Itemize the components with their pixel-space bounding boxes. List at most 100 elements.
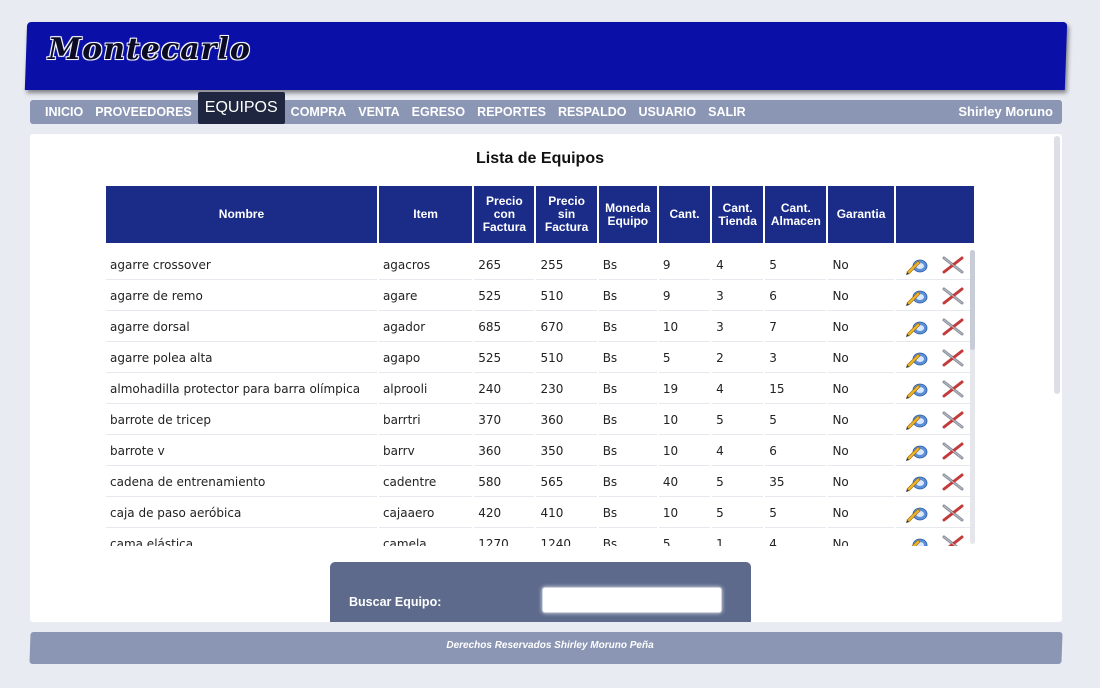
- table-cell: Bs: [599, 530, 657, 546]
- table-scrollbar[interactable]: [970, 250, 975, 544]
- table-cell: 10: [658, 313, 711, 342]
- table-cell: Bs: [598, 406, 657, 435]
- table-cell: Bs: [598, 313, 657, 342]
- delete-icon[interactable]: [941, 348, 965, 368]
- edit-icon[interactable]: [905, 472, 929, 492]
- table-cell: camela: [379, 530, 472, 546]
- page-scrollbar[interactable]: [1054, 136, 1060, 394]
- row-actions: [895, 406, 974, 435]
- equipment-table-container: Nombre Item Precio con Factura Precio sin F…: [105, 185, 975, 546]
- column-header: Nombre: [106, 186, 377, 243]
- table-cell: 240: [474, 375, 535, 404]
- table-cell: No: [828, 344, 894, 373]
- table-cell: 3: [765, 344, 827, 373]
- edit-icon[interactable]: [905, 379, 929, 399]
- table-row: agarre polea alta agapo 525 510 Bs 5 2 3 No: [106, 344, 974, 373]
- table-cell: 230: [536, 375, 597, 404]
- edit-icon[interactable]: [905, 255, 929, 275]
- table-cell: agarre de remo: [106, 282, 377, 311]
- delete-icon[interactable]: [941, 317, 965, 337]
- table-cell: cadena de entrenamiento: [106, 468, 377, 497]
- column-header: Precio sin Factura: [536, 186, 597, 243]
- edit-icon[interactable]: [905, 410, 929, 430]
- column-header: Cant. Tienda: [712, 186, 764, 243]
- table-cell: 360: [474, 437, 535, 466]
- nav-item-usuario[interactable]: USUARIO: [632, 100, 702, 124]
- table-cell: barrote v: [106, 437, 377, 466]
- nav-item-inicio[interactable]: INICIO: [39, 100, 89, 124]
- nav-item-equipos[interactable]: EQUIPOS: [197, 92, 285, 124]
- table-cell: agacros: [378, 251, 473, 280]
- table-row: barrote de tricep barrtri 370 360 Bs 10 5 5 No: [106, 406, 974, 435]
- edit-icon[interactable]: [905, 286, 929, 306]
- table-cell: 410: [536, 499, 597, 528]
- table-row: barrote v barrv 360 350 Bs 10 4 6 No: [106, 437, 974, 466]
- page-title: Lista de Equipos: [475, 150, 604, 167]
- column-header: Item: [378, 186, 473, 243]
- nav-item-respaldo[interactable]: RESPALDO: [552, 100, 633, 124]
- table-cell: 5: [765, 499, 827, 528]
- table-cell: 265: [474, 251, 535, 280]
- table-cell: 3: [712, 282, 764, 311]
- delete-icon[interactable]: [941, 534, 965, 546]
- table-cell: 370: [474, 406, 535, 435]
- column-header: Cant. Almacen: [765, 186, 827, 243]
- table-cell: almohadilla protector para barra olímpic…: [106, 375, 377, 404]
- table-cell: No: [828, 375, 894, 404]
- column-header: Cant.: [658, 186, 711, 243]
- table-header-row: Nombre Item Precio con Factura Precio sin F…: [106, 186, 974, 243]
- table-cell: Bs: [598, 251, 657, 280]
- delete-icon[interactable]: [941, 441, 965, 461]
- row-actions: [895, 375, 974, 404]
- nav-item-proveedores[interactable]: PROVEEDORES: [89, 100, 198, 124]
- table-cell: Bs: [598, 468, 657, 497]
- edit-icon[interactable]: [905, 503, 929, 523]
- table-cell: 10: [658, 499, 711, 528]
- search-equipment-input[interactable]: [542, 587, 722, 613]
- table-cell: 9: [658, 282, 711, 311]
- table-cell: 1240: [536, 530, 596, 546]
- edit-icon[interactable]: [905, 534, 929, 546]
- table-cell: 5: [712, 499, 764, 528]
- table-row: agarre de remo agare 525 510 Bs 9 3 6 No: [106, 282, 974, 311]
- nav-item-egreso[interactable]: EGRESO: [406, 100, 472, 124]
- table-cell: alprooli: [378, 375, 473, 404]
- table-cell: 525: [474, 282, 535, 311]
- row-actions: [895, 282, 974, 311]
- table-cell: 670: [536, 313, 597, 342]
- table-cell: 5: [765, 251, 827, 280]
- table-row: cadena de entrenamiento cadentre 580 565 Bs 4…: [106, 468, 974, 497]
- equipment-table: Nombre Item Precio con Factura Precio sin F…: [105, 185, 975, 546]
- nav-items: INICIO PROVEEDORES EQUIPOS COMPRA VENTA EGRES…: [39, 92, 752, 124]
- table-cell: agarre dorsal: [106, 313, 377, 342]
- nav-item-venta[interactable]: VENTA: [352, 100, 405, 124]
- table-cell: 4: [712, 437, 764, 466]
- table-cell: agarre crossover: [106, 251, 377, 280]
- edit-icon[interactable]: [905, 441, 929, 461]
- edit-icon[interactable]: [905, 348, 929, 368]
- delete-icon[interactable]: [941, 379, 965, 399]
- table-cell: 510: [536, 344, 597, 373]
- table-cell: 9: [658, 251, 711, 280]
- table-cell: barrv: [378, 437, 473, 466]
- table-scrollbar-thumb[interactable]: [970, 250, 975, 350]
- row-actions: [895, 437, 974, 466]
- delete-icon[interactable]: [941, 410, 965, 430]
- table-cell: 565: [536, 468, 597, 497]
- table-cell: Bs: [598, 282, 657, 311]
- delete-icon[interactable]: [941, 503, 965, 523]
- table-cell: cadentre: [378, 468, 473, 497]
- nav-item-compra[interactable]: COMPRA: [285, 100, 353, 124]
- table-cell: 580: [474, 468, 535, 497]
- table-row: almohadilla protector para barra olímpic…: [106, 375, 974, 404]
- table-cell: 360: [536, 406, 597, 435]
- nav-item-salir[interactable]: SALIR: [702, 100, 752, 124]
- delete-icon[interactable]: [941, 255, 965, 275]
- table-row: cama elástica camela 1270 1240 Bs 5 1 4 No: [106, 530, 974, 546]
- table-cell: 4: [712, 251, 764, 280]
- table-cell: Bs: [598, 375, 657, 404]
- delete-icon[interactable]: [941, 286, 965, 306]
- nav-item-reportes[interactable]: REPORTES: [471, 100, 552, 124]
- delete-icon[interactable]: [941, 472, 965, 492]
- edit-icon[interactable]: [905, 317, 929, 337]
